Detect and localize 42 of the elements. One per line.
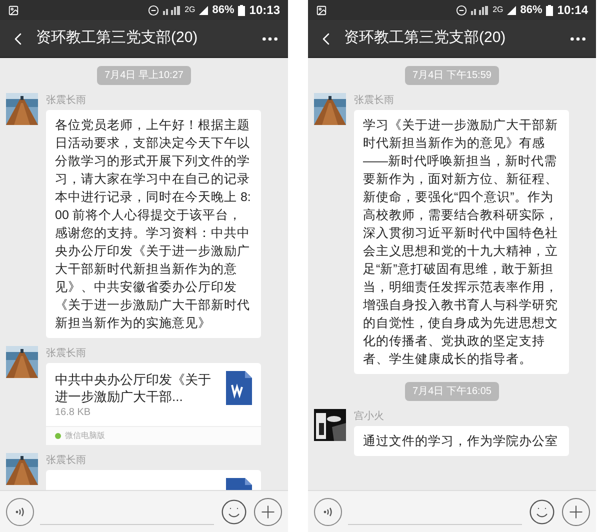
clock: 10:14: [557, 2, 588, 19]
message-bubble: 学习《关于进一步激励广大干部新时代新担当新作为的意见》有感——新时代呼唤新担当，新时代需要新作为，面对新方位、新征程、新使命，要强化“四个意识”。作为高校教师，需要结合教科研实际，深入贯彻习近平新时代中国特色社会主义思想和党的十九大精神，立足“新”意打破固有思维，敢于新担当，明细责任发挥示范表率作用，增强自身投入教书育人与科学研究的自觉性，使自身成为先进思想文化的传播者、党执政的坚定支持者、学生健康成长的指导者。: [354, 110, 569, 374]
file-size: 16.8 KB: [55, 406, 92, 420]
plus-button[interactable]: [562, 498, 590, 526]
sender-name: 张震长雨: [46, 346, 87, 361]
voice-button[interactable]: [6, 498, 34, 526]
image-icon: [316, 4, 327, 16]
do-not-disturb-icon: [456, 4, 467, 16]
timestamp: 7月4日 早上10:27: [96, 66, 192, 85]
emoji-icon[interactable]: [528, 498, 556, 526]
network-label: 2G: [184, 4, 196, 16]
plus-button[interactable]: [254, 498, 282, 526]
signal-icon: [507, 6, 516, 14]
document-icon: [226, 371, 252, 405]
source-label: 微信电脑版: [65, 430, 105, 442]
signal-icon: [199, 6, 208, 14]
network-label: 2G: [492, 4, 504, 16]
sound-icon: [322, 506, 334, 518]
battery-level: 86%: [520, 2, 542, 18]
battery-icon: [546, 4, 554, 16]
emoji-icon[interactable]: [220, 498, 248, 526]
chat-title: 资环教工第三党支部(20): [344, 28, 507, 48]
sound-icon: [14, 506, 26, 518]
sender-name: 张震长雨: [46, 94, 87, 108]
battery-icon: [238, 4, 246, 16]
chat-title: 资环教工第三党支部(20): [36, 28, 199, 48]
image-icon: [8, 4, 19, 16]
voice-button[interactable]: [314, 498, 342, 526]
battery-level: 86%: [212, 2, 234, 18]
file-name: 中共中央办公厅印发《关于进一步激励广大干部...: [55, 371, 212, 405]
signal-icon: [470, 6, 489, 14]
signal-icon: [162, 6, 181, 14]
sender-name: 张震长雨: [46, 454, 87, 468]
timestamp: 7月4日 下午16:05: [404, 382, 500, 401]
message-bubble: 通过文件的学习，作为学院办公室: [354, 426, 569, 456]
sender-name: 宫小火: [354, 410, 385, 424]
file-card[interactable]: 中共中央办公厅印发《关于进一步激励广大干部... 16.8 KB 微信电脑版: [46, 363, 261, 445]
do-not-disturb-icon: [148, 4, 159, 16]
message-bubble: 各位党员老师，上午好！根据主题日活动要求，支部决定今天下午以分散学习的形式开展下列文件的学习，请大家在学习中在自己的记录本中进行记录，同时在今天晚上 8:00 前将个人心得提交于该平台，感谢您的支持。学习资料：中共中央办公厅印发《关于进一步激励广大干部新时代新担当新作为的意见》、中共安徽省委办公厅印发《关于进一步激励广大干部新时代新担当新作为的实施意见》: [46, 110, 261, 338]
timestamp: 7月4日 下午15:59: [404, 66, 500, 85]
clock: 10:13: [249, 2, 280, 19]
sender-name: 张震长雨: [354, 94, 395, 108]
